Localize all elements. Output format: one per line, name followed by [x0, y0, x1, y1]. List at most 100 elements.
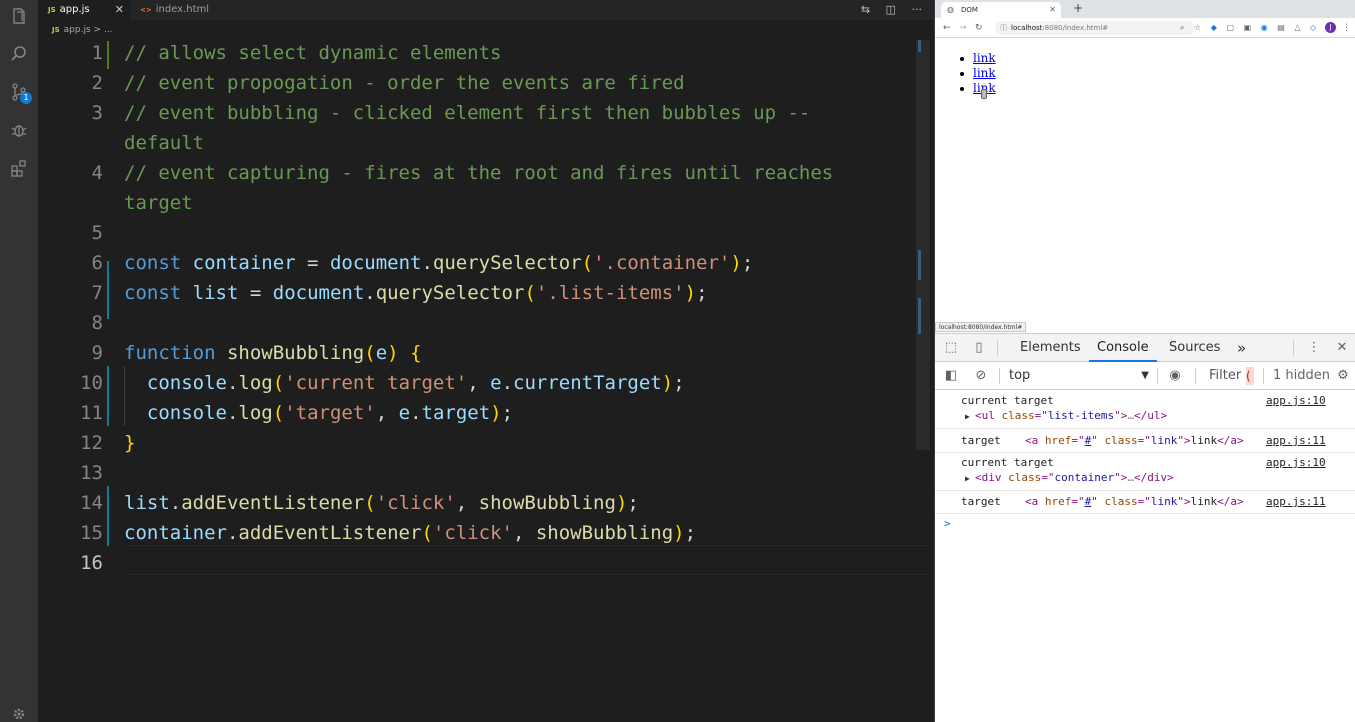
extension-icon[interactable]: ▣ [1244, 23, 1252, 32]
code-line[interactable]: 4 // event capturing - fires at the root … [38, 158, 934, 188]
code-line[interactable]: 5 [38, 218, 934, 248]
extension-icon[interactable]: △ [1294, 23, 1300, 32]
code-line[interactable]: default [38, 128, 934, 158]
bullet [960, 87, 964, 91]
code-editor[interactable]: 1 // allows select dynamic elements 2 // ev… [38, 40, 934, 722]
close-icon[interactable]: ✕ [1049, 2, 1056, 18]
log-source-link[interactable]: app.js:11 [1266, 495, 1326, 508]
tab-label: index.html [155, 4, 210, 15]
more-tabs-button[interactable]: » [1237, 334, 1246, 362]
url-path: :8080/index.html# [1042, 24, 1109, 32]
more-actions-icon[interactable]: ··· [912, 3, 923, 16]
divider [997, 340, 998, 356]
code-line[interactable]: 12} [38, 428, 934, 458]
code-line[interactable]: 11 console.log('target', e.target); [38, 398, 934, 428]
code-line[interactable]: target [38, 188, 934, 218]
expand-triangle-icon[interactable]: ▶ [965, 474, 970, 483]
breadcrumb-more[interactable]: ... [104, 25, 113, 35]
console-prompt-row[interactable]: > [935, 514, 1355, 534]
zoom-icon[interactable]: ⌕ [1180, 23, 1184, 32]
code-line[interactable]: 14 list.addEventListener('click', showBub… [38, 488, 934, 518]
line-number: 8 [91, 312, 103, 334]
split-editor-icon[interactable]: ◫ [886, 3, 896, 16]
code-line[interactable]: 8 [38, 308, 934, 338]
context-select[interactable]: top ▼ [1009, 367, 1149, 385]
log-source-link[interactable]: app.js:11 [1266, 434, 1326, 447]
hidden-count[interactable]: 1 hidden [1273, 367, 1330, 385]
forward-arrow-icon[interactable]: → [959, 18, 967, 38]
divider [1195, 368, 1196, 384]
avatar[interactable]: J [1325, 22, 1336, 33]
code-line[interactable]: 15 container.addEventListener('click', sh… [38, 518, 934, 548]
bullet [960, 57, 964, 61]
back-arrow-icon[interactable]: ← [943, 18, 951, 38]
log-source-link[interactable]: app.js:10 [1266, 456, 1326, 469]
extension-icon[interactable]: ◆ [1211, 23, 1217, 32]
breadcrumb: JS app.js > ... [38, 20, 934, 40]
divider [1263, 368, 1264, 384]
sidebar-toggle-icon[interactable]: ◧ [943, 368, 959, 384]
dom-node-div[interactable]: <div class="container">…</div> [975, 471, 1174, 484]
line-number: 15 [80, 522, 103, 544]
status-url-bubble: localhost:8080/index.html# [935, 322, 1027, 332]
browser-menu-icon[interactable]: ⋮ [1342, 18, 1351, 38]
list-item: link [960, 51, 996, 66]
bookmark-star-icon[interactable]: ☆ [1194, 23, 1201, 32]
code-line[interactable]: 13 [38, 458, 934, 488]
browser-tab[interactable]: ◍ DOM ✕ [941, 2, 1061, 18]
extension-icon[interactable]: ◉ [1261, 23, 1268, 32]
clear-console-icon[interactable]: ⊘ [973, 368, 989, 384]
extension-icon[interactable]: ◇ [1310, 23, 1316, 32]
console-message: target <a href="#" class="link">link</a>… [935, 429, 1355, 453]
settings-gear-icon[interactable] [9, 704, 29, 722]
explorer-icon[interactable] [9, 6, 29, 26]
dom-node-a[interactable]: <a href="#" class="link">link</a> [1025, 495, 1244, 508]
log-source-link[interactable]: app.js:10 [1266, 394, 1326, 407]
page-link[interactable]: link [973, 66, 996, 80]
tab-elements[interactable]: Elements [1020, 334, 1081, 362]
tab-console[interactable]: Console [1089, 334, 1157, 362]
line-number: 1 [91, 42, 103, 64]
inspect-element-icon[interactable]: ⬚ [943, 340, 959, 356]
live-expression-eye-icon[interactable]: ◉ [1167, 368, 1183, 384]
line-number: 4 [91, 162, 103, 184]
code-line[interactable]: 1 // allows select dynamic elements [38, 38, 934, 68]
search-icon[interactable] [9, 44, 29, 64]
code-line[interactable]: 6 const container = document.querySelecto… [38, 248, 934, 278]
code-line[interactable]: 7 const list = document.querySelector('.l… [38, 278, 934, 308]
code-line[interactable]: 2 // event propogation - order the events… [38, 68, 934, 98]
extensions-icon[interactable] [9, 158, 29, 178]
expand-triangle-icon[interactable]: ▶ [965, 412, 970, 421]
close-icon[interactable]: ✕ [1334, 340, 1350, 356]
tab-sources[interactable]: Sources [1169, 334, 1220, 362]
page-link[interactable]: link [973, 51, 996, 65]
url-field[interactable]: ⓘ localhost:8080/index.html# [995, 21, 1195, 35]
log-text: target [961, 495, 1001, 508]
extension-icon[interactable]: ▤ [1277, 23, 1285, 32]
dom-node-ul[interactable]: <ul class="list-items">…</ul> [975, 409, 1167, 422]
code-line[interactable]: 16 [38, 548, 934, 578]
dom-node-a[interactable]: <a href="#" class="link">link</a> [1025, 434, 1244, 447]
tab-index-html[interactable]: <> index.html [130, 0, 222, 20]
line-number: 10 [80, 372, 103, 394]
close-icon[interactable]: ✕ [115, 0, 124, 20]
code-line[interactable]: 9 function showBubbling(e) { [38, 338, 934, 368]
console-settings-gear-icon[interactable]: ⚙ [1335, 368, 1351, 384]
tab-label: app.js [59, 4, 90, 15]
devtools-menu-icon[interactable]: ⋮ [1306, 340, 1322, 356]
code-line[interactable]: 3 // event bubbling - clicked element fir… [38, 98, 934, 128]
code-line[interactable]: 10 console.log('current target', e.curre… [38, 368, 934, 398]
divider [999, 368, 1000, 384]
debug-icon[interactable] [9, 120, 29, 140]
new-tab-button[interactable]: + [1073, 1, 1083, 15]
web-page: link link link [935, 39, 1355, 319]
reload-icon[interactable]: ↻ [975, 18, 983, 38]
breadcrumb-file[interactable]: app.js [64, 25, 91, 35]
info-icon[interactable]: ⓘ [1000, 21, 1007, 35]
extension-icon[interactable]: ▢ [1226, 23, 1234, 32]
line-number: 12 [80, 432, 103, 454]
device-toolbar-icon[interactable]: ▯ [971, 340, 987, 356]
screen: 1 JS app.js ✕ <> index.html ⇆ ◫ ··· JS app.… [0, 0, 1355, 722]
tab-app-js[interactable]: JS app.js ✕ [38, 0, 130, 20]
compare-icon[interactable]: ⇆ [861, 3, 870, 16]
